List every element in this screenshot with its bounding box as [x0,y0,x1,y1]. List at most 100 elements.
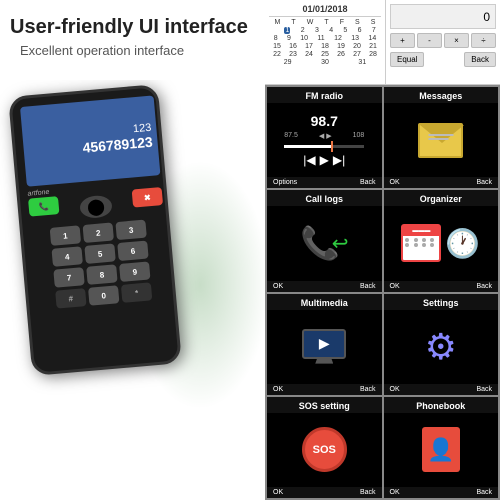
messages-ok-btn[interactable]: OK [390,179,400,186]
phonebook-person-icon: 👤 [427,437,454,463]
cal-week-3: 1516 1718 1920 21 [269,43,381,50]
sos-title: SOS setting [267,397,382,413]
call-logs-title: Call logs [267,190,382,206]
multimedia-back-btn[interactable]: Back [360,386,376,393]
multimedia-content: ▶ [267,310,382,384]
phone-key-4[interactable]: 4 [51,246,82,267]
sos-footer: OK Back [267,487,382,498]
fm-prev-btn[interactable]: |◀ [303,153,315,167]
phonebook-content: 👤 [384,413,499,487]
phone-key-6[interactable]: 6 [117,240,148,261]
headline: User-friendly UI interface Excellent ope… [0,0,265,63]
fm-frequency: 98.7 [311,113,338,129]
fm-radio-screen[interactable]: FM radio 98.7 87.5 ◀ ▶ 108 |◀ ▶ ▶| [267,87,382,188]
call-logs-back-btn[interactable]: Back [360,283,376,290]
calc-btn-minus[interactable]: - [417,33,442,48]
call-logs-screen[interactable]: Call logs 📞 ↩ OK Back [267,190,382,291]
right-panel: 01/01/2018 MT WT FS S 1 23 45 67 89 1011… [265,0,500,500]
phone-keypad: 📞 ⬤ ✖ 1 2 3 4 5 6 7 8 9 [28,187,172,313]
fm-radio-content: 98.7 87.5 ◀ ▶ 108 |◀ ▶ ▶| [267,103,382,177]
phone-key-0[interactable]: 0 [88,285,119,306]
messages-footer: OK Back [384,177,499,188]
calendar-screen: 01/01/2018 MT WT FS S 1 23 45 67 89 1011… [265,0,385,85]
organizer-screen[interactable]: Organizer ▬▬▬ [384,190,499,291]
phonebook-footer: OK Back [384,487,499,498]
fm-radio-title: FM radio [267,87,382,103]
tv-stand [315,359,333,364]
fm-controls: |◀ ▶ ▶| [303,153,345,167]
phone-key-1[interactable]: 1 [50,225,81,246]
sos-screen[interactable]: SOS setting SOS OK Back [267,397,382,498]
phonebook-screen[interactable]: Phonebook 👤 OK Back [384,397,499,498]
sos-back-btn[interactable]: Back [360,489,376,496]
phone-call-btn[interactable]: 📞 [28,196,59,217]
phone-key-9[interactable]: 9 [119,261,150,282]
phone-image-area: 123 456789123 artfone 📞 ⬤ ✖ 1 2 3 4 [0,80,265,490]
calc-btn-plus[interactable]: + [390,33,415,48]
settings-footer: OK Back [384,384,499,395]
tv-play-icon: ▶ [319,335,330,352]
call-logs-content: 📞 ↩ [267,206,382,280]
fm-back-btn[interactable]: Back [360,179,376,186]
left-panel: User-friendly UI interface Excellent ope… [0,0,265,500]
phone-screen: 123 456789123 [20,95,160,186]
tv-screen: ▶ [302,329,346,359]
call-logs-footer: OK Back [267,281,382,292]
envelope-lines [428,134,453,140]
fm-next-btn[interactable]: ▶| [333,153,345,167]
multimedia-screen[interactable]: Multimedia ▶ OK Back [267,294,382,395]
app-grid: FM radio 98.7 87.5 ◀ ▶ 108 |◀ ▶ ▶| [265,85,500,500]
phone-key-star[interactable]: * [121,282,152,303]
calc-btn-divide[interactable]: ÷ [471,33,496,48]
settings-back-btn[interactable]: Back [476,386,492,393]
calc-btn-multiply[interactable]: × [444,33,469,48]
phone-end-btn[interactable]: ✖ [132,187,163,208]
sos-text: SOS [313,444,336,456]
organizer-cal-header: ▬▬▬ [403,226,439,236]
settings-ok-btn[interactable]: OK [390,386,400,393]
call-arrow-icon: ↩ [332,231,349,256]
cal-week-5: 2930 31 [269,59,381,66]
calc-back-btn[interactable]: Back [464,52,496,67]
phonebook-ok-btn[interactable]: OK [390,489,400,496]
organizer-ok-btn[interactable]: OK [390,283,400,290]
phone-key-2[interactable]: 2 [83,222,114,243]
organizer-clock-icon: 🕐 [445,227,480,260]
call-logs-ok-btn[interactable]: OK [273,283,283,290]
phonebook-back-btn[interactable]: Back [476,489,492,496]
gear-icon: ⚙ [425,326,457,368]
organizer-calendar-icon: ▬▬▬ [401,224,441,262]
fm-radio-footer: Options Back [267,177,382,188]
fm-play-btn[interactable]: ▶ [320,153,329,167]
phone-key-3[interactable]: 3 [115,220,146,241]
messages-screen[interactable]: Messages OK Back [384,87,499,188]
fm-indicator [331,141,333,152]
settings-title: Settings [384,294,499,310]
phone-key-8[interactable]: 8 [86,264,117,285]
fm-progress-bar [284,145,364,148]
tv-icon: ▶ [302,329,346,365]
multimedia-ok-btn[interactable]: OK [273,386,283,393]
organizer-cal-body [403,236,439,249]
organizer-title: Organizer [384,190,499,206]
settings-content: ⚙ [384,310,499,384]
calculator-footer: Equal Back [390,52,496,67]
settings-screen[interactable]: Settings ⚙ OK Back [384,294,499,395]
sos-ok-btn[interactable]: OK [273,489,283,496]
calculator-screen: 0 + - × ÷ Equal Back [385,0,500,85]
fm-options-btn[interactable]: Options [273,179,297,186]
phone-key-hash[interactable]: # [55,288,86,309]
organizer-back-btn[interactable]: Back [476,283,492,290]
calendar-header: 01/01/2018 [269,4,381,17]
phone-nav-btn[interactable]: ⬤ [79,194,113,219]
calculator-value: 0 [483,10,490,24]
calculator-buttons: + - × ÷ [390,33,496,48]
cal-week-1: 1 23 45 67 [269,27,381,34]
calc-equal-btn[interactable]: Equal [390,52,424,67]
messages-back-btn[interactable]: Back [476,179,492,186]
organizer-footer: OK Back [384,281,499,292]
phone-key-7[interactable]: 7 [53,267,84,288]
calculator-display: 0 [390,4,496,29]
phone-key-5[interactable]: 5 [84,243,115,264]
phone-mockup: 123 456789123 artfone 📞 ⬤ ✖ 1 2 3 4 [8,84,182,376]
